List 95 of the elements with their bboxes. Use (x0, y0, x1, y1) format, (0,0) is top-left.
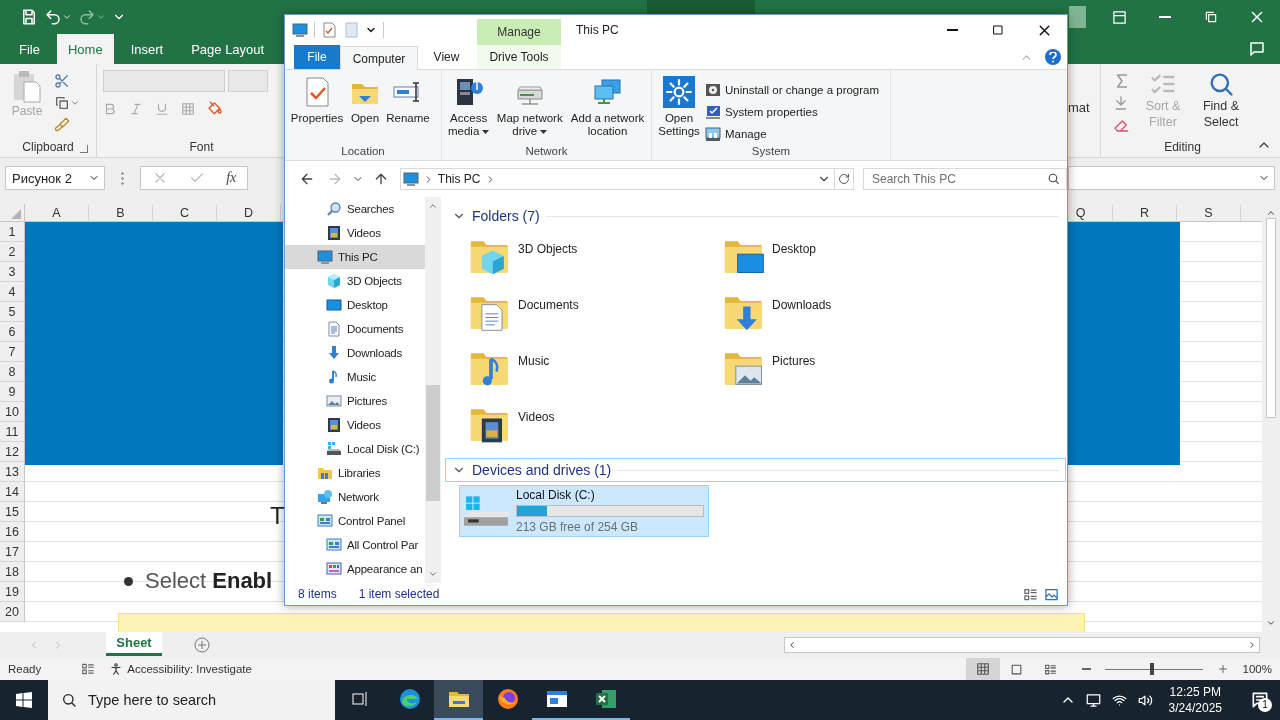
row-header[interactable]: 1 (0, 222, 25, 242)
ribbon-tab[interactable]: Page Layout (180, 34, 276, 64)
nav-item[interactable]: Libraries (285, 461, 425, 485)
ribbon-button[interactable]: Open Settings (656, 74, 702, 145)
nav-item[interactable]: Downloads (285, 341, 425, 365)
nav-item[interactable]: Videos (285, 221, 425, 245)
insert-function-button[interactable]: fx (226, 170, 237, 186)
nav-item[interactable]: Local Disk (C:) (285, 437, 425, 461)
folder-item[interactable]: Desktop (723, 234, 977, 290)
folder-item[interactable]: 3D Objects (469, 234, 723, 290)
folder-item[interactable]: Downloads (723, 290, 977, 346)
row-header[interactable]: 4 (0, 282, 25, 302)
row-header[interactable]: 20 (0, 602, 25, 622)
nav-item[interactable]: Documents (285, 317, 425, 341)
row-header[interactable]: 16 (0, 522, 25, 542)
ribbon-tab[interactable]: File (294, 45, 340, 69)
sheet-text: Select Enabl (145, 568, 273, 594)
ribbon-button[interactable]: Manage (705, 124, 880, 143)
row-header[interactable]: 11 (0, 422, 25, 442)
row-header[interactable]: 15 (0, 502, 25, 522)
format-button[interactable]: mat (1068, 100, 1096, 116)
window-title: This PC (576, 23, 619, 37)
row-header[interactable]: 9 (0, 382, 25, 402)
group-header[interactable]: Folders (7) (445, 204, 1066, 228)
taskbar-search-field[interactable]: Type here to search (48, 680, 335, 720)
column-header[interactable]: D (217, 204, 281, 221)
nav-item[interactable]: Appearance an (285, 557, 425, 581)
status-text: Ready (8, 663, 42, 675)
group-label: System (750, 145, 792, 159)
sheet-heading: T (270, 502, 285, 530)
row-header[interactable]: 17 (0, 542, 25, 562)
column-header[interactable]: C (153, 204, 217, 221)
nav-item[interactable]: This PC (285, 245, 425, 269)
row-header[interactable]: 6 (0, 322, 25, 342)
column-header[interactable]: R (1113, 204, 1177, 221)
nav-item[interactable]: Desktop (285, 293, 425, 317)
ribbon-tab[interactable]: File (8, 34, 51, 64)
contextual-tab-header: Manage (477, 19, 561, 45)
clock[interactable]: 12:25 PM 3/24/2025 (1168, 684, 1222, 716)
ribbon-tab[interactable]: Home (56, 34, 114, 64)
nav-item[interactable]: Searches (285, 197, 425, 221)
group-header[interactable]: Devices and drives (1) (445, 458, 1066, 482)
row-header[interactable]: 12 (0, 442, 25, 462)
ribbon-button[interactable]: Open (348, 74, 382, 145)
address-bar[interactable]: This PC (399, 168, 854, 190)
notifications-button[interactable]: 1 (1240, 680, 1280, 720)
group-label: Editing (1163, 140, 1202, 156)
find-select-button[interactable]: Find & Select (1195, 70, 1247, 140)
group-label: Font (188, 140, 215, 156)
ribbon-tab[interactable]: Insert (119, 34, 175, 64)
nav-item[interactable]: Music (285, 365, 425, 389)
folder-item[interactable]: Documents (469, 290, 723, 346)
row-header[interactable]: 14 (0, 482, 25, 502)
ribbon-button[interactable]: Access media (446, 74, 492, 145)
ribbon-button[interactable]: Map network drive (494, 74, 566, 145)
accessibility-button[interactable]: Accessibility: Investigate (109, 660, 252, 678)
row-header[interactable]: 10 (0, 402, 25, 422)
row-header[interactable]: 2 (0, 242, 25, 262)
folder-item[interactable]: Music (469, 346, 723, 402)
row-header[interactable]: 19 (0, 582, 25, 602)
ribbon-button[interactable]: Uninstall or change a program (705, 80, 880, 99)
row-header[interactable]: 8 (0, 362, 25, 382)
folder-item[interactable]: Pictures (723, 346, 977, 402)
ribbon-button[interactable]: System properties (705, 102, 880, 121)
row-header[interactable]: 18 (0, 562, 25, 582)
ribbon-tab[interactable]: Computer (340, 46, 418, 70)
nav-item[interactable]: Videos (285, 413, 425, 437)
drive-item[interactable]: Local Disk (C:) 213 GB free of 254 GB (459, 485, 709, 537)
zoom-level[interactable]: 100% (1242, 663, 1272, 675)
nav-item[interactable]: Pictures (285, 389, 425, 413)
search-field[interactable]: Search This PC (863, 168, 1067, 190)
row-header[interactable]: 7 (0, 342, 25, 362)
column-header[interactable]: A (25, 204, 89, 221)
column-header[interactable]: B (89, 204, 153, 221)
nav-item[interactable]: 3D Objects (285, 269, 425, 293)
sheet-tab[interactable]: Sheet (106, 632, 162, 656)
group-label: Network (524, 145, 569, 159)
nav-item[interactable]: All Control Par (285, 533, 425, 557)
nav-item[interactable]: Network (285, 485, 425, 509)
row-header[interactable]: 13 (0, 462, 25, 482)
ribbon-tab[interactable]: Drive Tools (477, 45, 561, 69)
group-label: Location (340, 145, 386, 159)
folder-item[interactable]: Videos (469, 402, 723, 458)
ribbon-button[interactable]: Add a network location (568, 74, 647, 145)
ribbon-button[interactable]: Properties (289, 74, 345, 145)
group-label: Clipboard (22, 140, 74, 156)
row-header[interactable]: 5 (0, 302, 25, 322)
ribbon-tab[interactable]: View (418, 45, 475, 69)
row-header[interactable]: 3 (0, 262, 25, 282)
nav-item[interactable]: Control Panel (285, 509, 425, 533)
item-count: 8 items (298, 587, 337, 601)
ribbon-button[interactable]: Rename (385, 74, 431, 145)
selection-count: 1 item selected (358, 587, 440, 601)
name-box[interactable]: Рисунок 2 (5, 166, 105, 190)
column-header[interactable]: S (1177, 204, 1241, 221)
